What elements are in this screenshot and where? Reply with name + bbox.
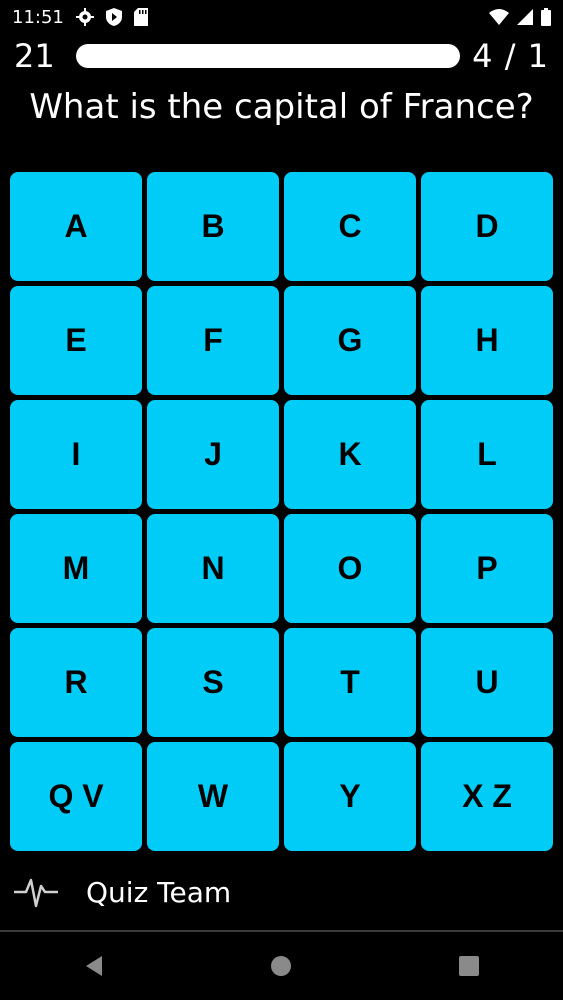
letter-tile[interactable]: E xyxy=(10,286,142,395)
letter-tile[interactable]: H xyxy=(421,286,553,395)
back-icon[interactable] xyxy=(82,954,106,978)
signal-icon xyxy=(517,9,533,25)
letter-grid: ABCD EFGH IJKL MNOP RSTU Q VWYX Z xyxy=(10,172,553,851)
status-time: 11:51 xyxy=(12,6,64,28)
quiz-header: 21 4 / 1 xyxy=(0,34,563,78)
battery-icon xyxy=(541,8,551,26)
recents-icon[interactable] xyxy=(457,954,481,978)
status-left: 11:51 xyxy=(12,7,148,28)
letter-tile[interactable]: T xyxy=(284,628,416,737)
letter-tile[interactable]: G xyxy=(284,286,416,395)
status-right xyxy=(489,8,551,26)
letter-tile[interactable]: Q V xyxy=(10,742,142,851)
letter-tile[interactable]: M xyxy=(10,514,142,623)
wifi-icon xyxy=(489,9,509,25)
letter-tile[interactable]: N xyxy=(147,514,279,623)
letter-tile[interactable]: R xyxy=(10,628,142,737)
letter-tile[interactable]: C xyxy=(284,172,416,281)
question-text: What is the capital of France? xyxy=(29,87,534,127)
letter-tile[interactable]: K xyxy=(284,400,416,509)
letter-tile[interactable]: B xyxy=(147,172,279,281)
letter-tile[interactable]: P xyxy=(421,514,553,623)
home-icon[interactable] xyxy=(269,954,293,978)
letter-tile[interactable]: S xyxy=(147,628,279,737)
letter-tile[interactable]: U xyxy=(421,628,553,737)
letter-tile[interactable]: J xyxy=(147,400,279,509)
letter-tile[interactable]: F xyxy=(147,286,279,395)
letter-tile[interactable]: D xyxy=(421,172,553,281)
team-label: Quiz Team xyxy=(86,875,232,909)
shield-icon xyxy=(105,8,122,26)
letter-tile[interactable]: W xyxy=(147,742,279,851)
question-counter: 4 / 1 xyxy=(472,37,549,75)
letter-tile[interactable]: X Z xyxy=(421,742,553,851)
letter-tile[interactable]: L xyxy=(421,400,553,509)
navigation-bar xyxy=(0,932,563,1000)
settings-icon xyxy=(75,8,94,26)
sd-card-icon xyxy=(133,8,148,26)
letter-tile[interactable]: A xyxy=(10,172,142,281)
pulse-icon xyxy=(14,878,58,908)
letter-tile[interactable]: O xyxy=(284,514,416,623)
footer: Quiz Team xyxy=(0,860,563,924)
letter-tile[interactable]: I xyxy=(10,400,142,509)
score-value: 21 xyxy=(14,37,55,75)
letter-tile[interactable]: Y xyxy=(284,742,416,851)
status-bar: 11:51 xyxy=(0,0,563,34)
progress-bar xyxy=(76,44,460,68)
